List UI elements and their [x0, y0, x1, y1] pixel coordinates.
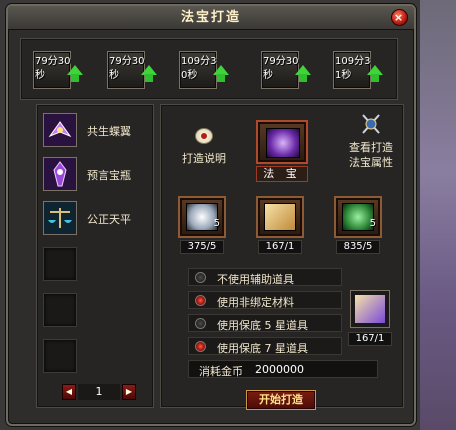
list-item[interactable]: 共生蝶翼 [43, 113, 149, 149]
empty-list-slot[interactable] [43, 339, 77, 373]
option-label: 不使用辅助道具 [217, 273, 294, 286]
page-number: 1 [78, 384, 120, 400]
info-bubble-icon [195, 128, 213, 144]
close-button[interactable]: × [391, 9, 408, 26]
gold-cost: 消耗金币 2000000 [188, 360, 378, 378]
material-slot-1[interactable]: 5 375/5 [178, 196, 226, 254]
option-label: 使用保底 5 星道具 [217, 319, 308, 332]
scroll-icon [355, 295, 385, 323]
gold-cost-label: 消耗金币 [199, 365, 243, 378]
radio-button[interactable] [195, 295, 206, 306]
option-guarantee-5-star[interactable]: 使用保底 5 星道具 [188, 314, 342, 332]
treasure-slot-caption: 法 宝 [256, 166, 308, 182]
prophecy-vase-icon [43, 157, 77, 191]
radio-button[interactable] [195, 272, 206, 283]
option-no-aux-items[interactable]: 不使用辅助道具 [188, 268, 342, 286]
crossed-swords-shield-icon [360, 112, 382, 136]
material-1-count: 375/5 [180, 240, 224, 254]
aux-item-count: 167/1 [348, 332, 392, 346]
material-2-count: 167/1 [258, 240, 302, 254]
next-page-button[interactable]: ▶ [122, 384, 136, 400]
background-scene [420, 0, 456, 430]
list-item[interactable]: 预言宝瓶 [43, 157, 149, 193]
timed-slot-2[interactable]: 79分30秒 [107, 51, 157, 89]
view-attributes-line1: 查看打造 [349, 141, 393, 154]
material-3-qty: 5 [369, 218, 376, 229]
radio-button[interactable] [195, 341, 206, 352]
aux-item-slot[interactable]: 167/1 [346, 290, 396, 348]
empty-list-slot[interactable] [43, 293, 77, 327]
option-label: 使用保底 7 星道具 [217, 342, 308, 355]
forge-instructions[interactable]: 打造说明 [176, 128, 232, 166]
list-item[interactable]: 公正天平 [43, 201, 149, 237]
forge-instructions-label: 打造说明 [182, 152, 226, 165]
option-label: 使用非绑定材料 [217, 296, 294, 309]
list-item-label: 公正天平 [87, 213, 131, 226]
radio-button[interactable] [195, 318, 206, 329]
empty-list-slot[interactable] [43, 247, 77, 281]
option-unbound-materials[interactable]: 使用非绑定材料 [188, 291, 342, 309]
window-title-text: 法宝打造 [180, 10, 241, 25]
top-slot-panel: 79分30秒 79分30秒 109分30秒 79分30秒 109分31秒 [20, 38, 398, 100]
material-slot-2[interactable]: 167/1 [256, 196, 304, 254]
timed-slot-4[interactable]: 79分30秒 [261, 51, 311, 89]
start-forge-button[interactable]: 开始打造 [246, 390, 316, 410]
list-item-label: 共生蝶翼 [87, 125, 131, 138]
view-attributes-line2: 法宝属性 [349, 156, 393, 169]
treasure-slot[interactable]: 法 宝 [256, 120, 308, 182]
scroll-icon [264, 203, 296, 231]
treasure-item-icon [266, 128, 300, 158]
window-title: 法宝打造 × [8, 6, 414, 30]
prev-page-button[interactable]: ◀ [62, 384, 76, 400]
butterfly-wing-icon [43, 113, 77, 147]
view-attributes[interactable]: 查看打造 法宝属性 [338, 112, 404, 170]
timed-slot-5[interactable]: 109分31秒 [333, 51, 383, 89]
material-3-count: 835/5 [336, 240, 380, 254]
material-1-qty: 5 [213, 218, 220, 229]
timed-slot-1[interactable]: 79分30秒 [33, 51, 83, 89]
gold-cost-value: 2000000 [255, 363, 304, 376]
material-slot-3[interactable]: 5 835/5 [334, 196, 382, 254]
item-list-panel: 共生蝶翼 预言宝瓶 公正天平 [36, 104, 154, 408]
option-guarantee-7-star[interactable]: 使用保底 7 星道具 [188, 337, 342, 355]
pager: ◀ 1 ▶ [62, 384, 136, 400]
timed-slot-3[interactable]: 109分30秒 [179, 51, 229, 89]
justice-scale-icon [43, 201, 77, 235]
list-item-label: 预言宝瓶 [87, 169, 131, 182]
